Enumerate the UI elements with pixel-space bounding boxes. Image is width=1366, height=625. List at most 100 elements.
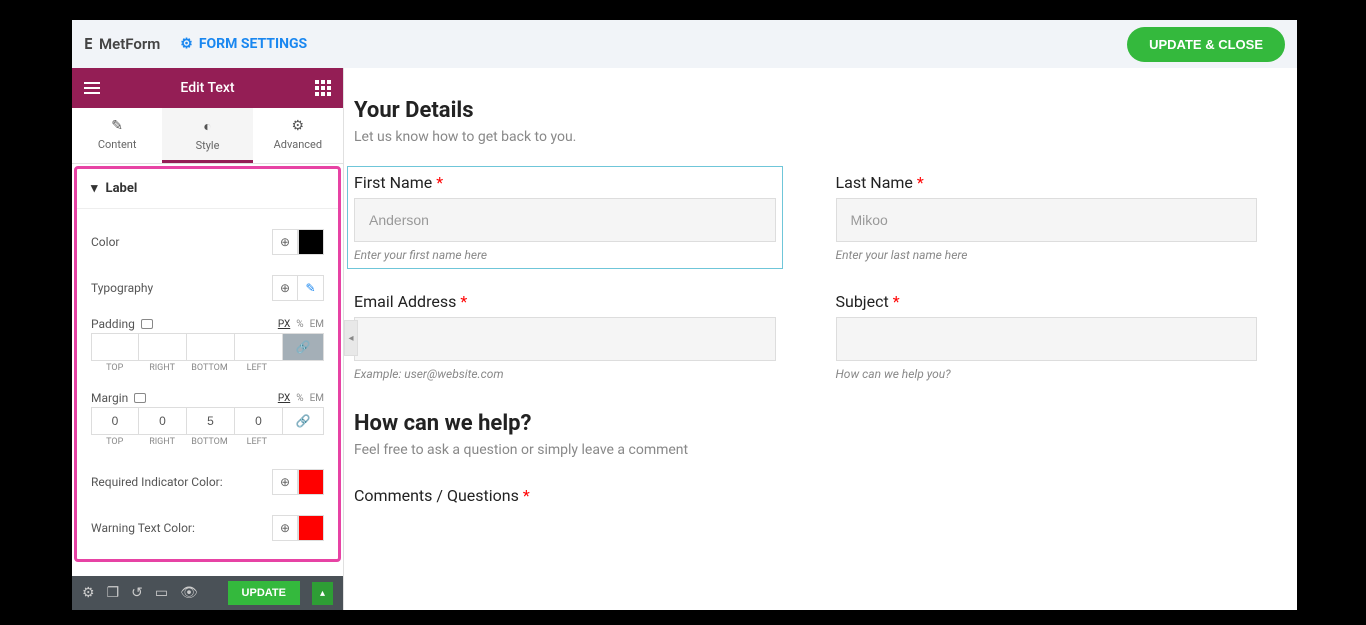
dim-side-bottom: BOTTOM [186,361,233,375]
layers-icon[interactable]: ❐ [107,585,120,601]
responsive-icon[interactable] [134,393,146,403]
color-label: Color [91,235,119,249]
brand: E MetForm [84,35,160,53]
padding-right[interactable] [139,333,187,361]
padding-inputs: 🔗 [91,333,324,361]
gear-icon[interactable]: ⚙ [82,585,95,601]
padding-bottom[interactable] [187,333,235,361]
first-name-group-selected[interactable]: First Name * Enter your first name here [347,166,783,269]
section-subtitle-help: Feel free to ask a question or simply le… [354,442,1257,458]
globe-icon[interactable]: ⊕ [272,229,298,255]
unit-em[interactable]: EM [310,393,324,404]
margin-top[interactable] [91,407,139,435]
editor-sidebar: Edit Text ✎ Content ◐ Style ⚙ Advanced [72,68,344,610]
unit-em[interactable]: EM [310,319,324,330]
margin-left[interactable] [235,407,283,435]
label-section-body: Color ⊕ Typography ⊕ ✎ [77,209,338,551]
dim-side-left: LEFT [233,435,280,449]
comments-label: Comments / Questions * [354,486,1257,505]
control-typography: Typography ⊕ ✎ [91,265,324,311]
section-subtitle-details: Let us know how to get back to you. [354,129,1257,145]
gear-icon: ⚙ [292,118,305,134]
responsive-icon[interactable]: ▭ [155,585,168,601]
warning-color-buttons: ⊕ [272,515,324,541]
padding-left[interactable] [235,333,283,361]
padding-link-icon[interactable]: 🔗 [283,333,324,361]
unit-px[interactable]: PX [278,393,290,404]
tab-content-label: Content [98,138,137,151]
editor-title: Edit Text [180,80,234,96]
contrast-icon: ◐ [203,118,211,135]
subject-col: Subject * How can we help you? [836,292,1258,381]
required-color-buttons: ⊕ [272,469,324,495]
padding-label: Padding [91,317,135,331]
tab-style[interactable]: ◐ Style [162,108,252,163]
padding-header: Padding PX % EM [91,311,324,333]
last-name-input[interactable] [836,198,1258,242]
color-buttons: ⊕ [272,229,324,255]
subject-label: Subject * [836,292,1258,311]
footer-caret-button[interactable]: ▴ [312,582,333,605]
brand-icon: E [84,35,93,53]
first-name-help: Enter your first name here [354,248,776,262]
last-name-help: Enter your last name here [836,248,1258,262]
margin-sublabels: TOP RIGHT BOTTOM LEFT [91,435,324,449]
responsive-icon[interactable] [141,319,153,329]
tab-content[interactable]: ✎ Content [72,108,162,163]
edit-pencil-icon[interactable]: ✎ [298,275,324,301]
margin-units: PX % EM [278,393,324,404]
top-bar-left: E MetForm ⚙ FORM SETTINGS [84,35,307,53]
form-settings-label: FORM SETTINGS [199,36,307,52]
typography-buttons: ⊕ ✎ [272,275,324,301]
preview-inner: Your Details Let us know how to get back… [344,98,1297,551]
unit-pct[interactable]: % [296,393,303,404]
eye-icon[interactable]: 👁 [180,585,198,601]
padding-units: PX % EM [278,319,324,330]
sidebar-footer: ⚙ ❐ ↺ ▭ 👁 UPDATE ▴ [72,576,343,610]
dim-side-top: TOP [91,361,138,375]
margin-link-icon[interactable]: 🔗 [283,407,324,435]
label-section-title: Label [106,181,138,196]
dim-side-left: LEFT [233,361,280,375]
globe-icon[interactable]: ⊕ [272,515,298,541]
typography-label: Typography [91,281,153,295]
preview-area[interactable]: Your Details Let us know how to get back… [344,68,1297,610]
unit-pct[interactable]: % [296,319,303,330]
brand-label: MetForm [99,35,160,53]
footer-update-button[interactable]: UPDATE [228,581,300,605]
globe-icon[interactable]: ⊕ [272,275,298,301]
collapse-sidebar-icon[interactable]: ◂ [344,320,358,356]
modal-container: E MetForm ⚙ FORM SETTINGS UPDATE & CLOSE… [72,20,1297,610]
chevron-down-icon: ▾ [91,181,98,196]
controls-scroll[interactable]: ▾ Label Color ⊕ [72,164,343,576]
hamburger-icon[interactable] [84,82,100,94]
color-swatch-red[interactable] [298,515,324,541]
section-heading-help: How can we help? [354,411,1257,436]
margin-bottom[interactable] [187,407,235,435]
history-icon[interactable]: ↺ [131,585,143,601]
label-section-highlight: ▾ Label Color ⊕ [74,166,341,562]
first-name-input[interactable] [354,198,776,242]
apps-grid-icon[interactable] [315,80,331,96]
padding-sublabels: TOP RIGHT BOTTOM LEFT [91,361,324,375]
last-name-label: Last Name * [836,173,1258,192]
email-input[interactable] [354,317,776,361]
color-swatch-black[interactable] [298,229,324,255]
margin-label: Margin [91,391,128,405]
label-section-header[interactable]: ▾ Label [77,169,338,209]
color-swatch-red[interactable] [298,469,324,495]
margin-header: Margin PX % EM [91,385,324,407]
dim-side-top: TOP [91,435,138,449]
padding-top[interactable] [91,333,139,361]
unit-px[interactable]: PX [278,319,290,330]
margin-right[interactable] [139,407,187,435]
subject-input[interactable] [836,317,1258,361]
form-settings-link[interactable]: ⚙ FORM SETTINGS [180,36,307,52]
tab-advanced[interactable]: ⚙ Advanced [253,108,343,163]
dim-side-right: RIGHT [138,435,185,449]
top-bar: E MetForm ⚙ FORM SETTINGS UPDATE & CLOSE [72,20,1297,68]
warning-color-label: Warning Text Color: [91,521,195,535]
globe-icon[interactable]: ⊕ [272,469,298,495]
tab-style-label: Style [196,139,220,152]
update-close-button[interactable]: UPDATE & CLOSE [1127,27,1285,62]
